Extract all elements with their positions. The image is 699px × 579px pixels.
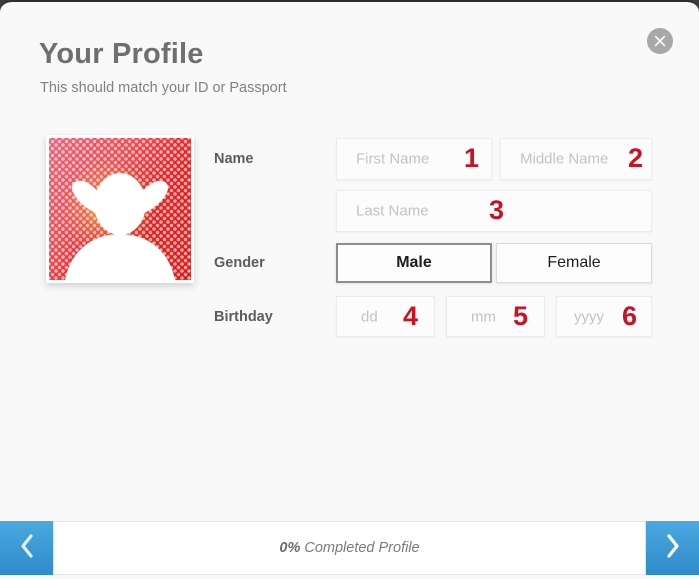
marker-4: 4 bbox=[402, 300, 418, 331]
birthday-day-input[interactable]: dd 4 bbox=[336, 296, 435, 337]
progress-status: 0% Completed Profile bbox=[53, 521, 646, 575]
last-name-input[interactable]: Last Name 3 bbox=[336, 190, 652, 232]
marker-5: 5 bbox=[512, 300, 528, 331]
birthday-month-input[interactable]: mm 5 bbox=[446, 296, 545, 337]
avatar[interactable] bbox=[46, 135, 194, 283]
person-horned-silhouette-icon bbox=[65, 173, 175, 280]
gender-label: Gender bbox=[214, 255, 265, 271]
next-step-button[interactable] bbox=[646, 521, 699, 575]
dialog-header: Your Profile This should match your ID o… bbox=[0, 2, 699, 112]
birthday-year-placeholder: yyyy bbox=[574, 308, 604, 325]
marker-3: 3 bbox=[489, 194, 505, 225]
chevron-right-icon bbox=[664, 533, 682, 564]
progress-percent: 0% bbox=[279, 540, 301, 556]
chevron-left-icon bbox=[18, 533, 36, 564]
first-name-input[interactable]: First Name 1 bbox=[336, 138, 492, 180]
close-button[interactable] bbox=[647, 28, 673, 54]
first-name-placeholder: First Name bbox=[356, 150, 430, 168]
marker-6: 6 bbox=[621, 300, 637, 331]
marker-1: 1 bbox=[463, 142, 479, 173]
birthday-year-input[interactable]: yyyy 6 bbox=[556, 296, 652, 337]
previous-step-button[interactable] bbox=[0, 521, 53, 575]
middle-name-input[interactable]: Middle Name 2 bbox=[500, 138, 652, 180]
middle-name-placeholder: Middle Name bbox=[520, 150, 609, 168]
birthday-day-placeholder: dd bbox=[361, 308, 378, 325]
birthday-label: Birthday bbox=[214, 309, 273, 325]
birthday-month-placeholder: mm bbox=[471, 308, 496, 325]
marker-2: 2 bbox=[627, 142, 643, 173]
last-name-placeholder: Last Name bbox=[356, 202, 429, 220]
gender-option-male[interactable]: Male bbox=[336, 243, 492, 283]
avatar-image bbox=[49, 138, 191, 280]
dialog-footer: 0% Completed Profile bbox=[0, 521, 699, 579]
page-title: Your Profile bbox=[39, 38, 204, 70]
progress-label: Completed Profile bbox=[304, 540, 420, 556]
page-subtitle: This should match your ID or Passport bbox=[40, 80, 287, 96]
name-label: Name bbox=[214, 151, 254, 167]
gender-option-female[interactable]: Female bbox=[496, 243, 652, 283]
profile-dialog: Your Profile This should match your ID o… bbox=[0, 0, 699, 579]
